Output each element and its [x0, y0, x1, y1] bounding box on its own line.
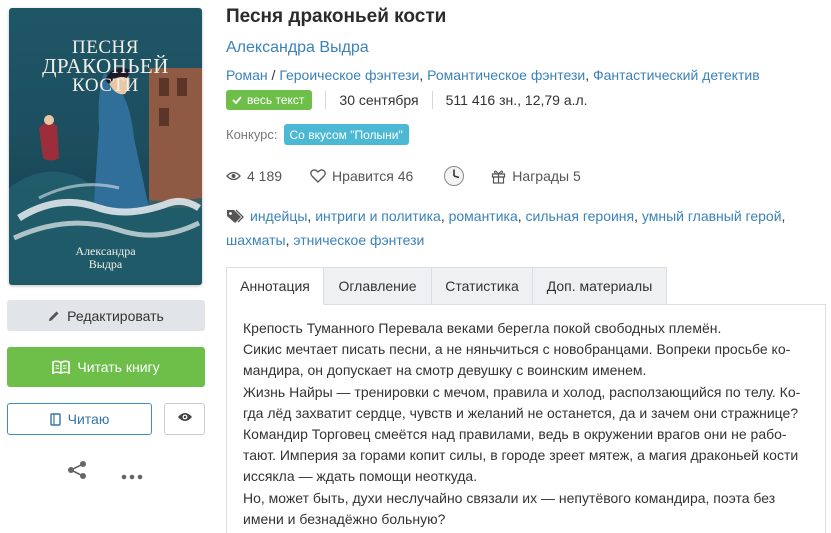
- edit-button-label: Редактировать: [67, 307, 164, 324]
- annotation-line: Командир Торговец смеётся над правилами,…: [243, 426, 787, 443]
- annotation-line: имени и безнадёжно больную?: [243, 510, 446, 527]
- annotation-text: Крепость Туманного Перевала веками берег…: [243, 318, 818, 530]
- cover-author-line: Выдра: [88, 257, 123, 271]
- edit-button[interactable]: Редактировать: [7, 300, 205, 331]
- tag-icon: [226, 207, 244, 229]
- genre-link[interactable]: Героическое фэнтези: [279, 67, 419, 83]
- heart-icon: [310, 169, 326, 183]
- annotation-line: Крепость Туманного Перевала веками берег…: [243, 320, 722, 336]
- pencil-icon: [48, 310, 60, 322]
- tab-statistics[interactable]: Статистика: [432, 267, 533, 305]
- annotation-line: тают. Империя за горами копит силы, в го…: [243, 447, 799, 464]
- divider: [325, 91, 327, 109]
- annotation-line: Сикис мечтает писать песни, а не няньчит…: [243, 341, 791, 358]
- form-link[interactable]: Роман: [226, 67, 268, 83]
- annotation-line: гда лёд захватит сердце, чувств и желани…: [243, 404, 799, 421]
- tag-link[interactable]: сильная героиня: [526, 208, 635, 224]
- gift-icon: [491, 169, 506, 184]
- clock-icon: [443, 165, 465, 187]
- annotation-line: Жизнь Найры — тренировки с мечом, правил…: [243, 383, 801, 400]
- tag-link[interactable]: шахматы: [226, 232, 286, 248]
- tag-link[interactable]: романтика: [449, 208, 518, 224]
- book-title: Песня драконьей кости: [226, 6, 447, 27]
- eye-icon: [177, 410, 193, 428]
- tag-link[interactable]: индейцы: [250, 208, 307, 224]
- update-stat: [443, 165, 471, 187]
- open-book-icon: [52, 360, 71, 374]
- meta-row: весь текст 30 сентября 511 416 зн., 12,7…: [226, 90, 588, 110]
- likes-stat[interactable]: Нравится 46: [310, 168, 413, 184]
- divider: [431, 91, 433, 109]
- cover-title-line: кости: [72, 75, 139, 96]
- annotation-line: Но, может быть, духи неслучайно связали …: [243, 489, 776, 506]
- tags-list: индейцы, интриги и политика, романтика, …: [226, 207, 786, 248]
- genre-link[interactable]: Фантастический детектив: [593, 67, 760, 83]
- contest-row: Конкурс: Со вкусом "Полыни": [226, 124, 409, 145]
- eye-icon: [226, 171, 241, 181]
- views-stat: 4 189: [226, 168, 282, 184]
- reading-status-label: Читаю: [67, 411, 110, 427]
- cover-title-line: драконьей: [42, 54, 169, 78]
- likes-label: Нравится 46: [332, 168, 414, 184]
- views-count: 4 189: [247, 168, 283, 184]
- annotation-line: иссякла — ждать помощи неоткуда.: [243, 468, 478, 485]
- tab-extra-materials[interactable]: Доп. материалы: [533, 267, 667, 305]
- check-icon: [232, 96, 242, 104]
- tab-bar: Аннотация Оглавление Статистика Доп. мат…: [226, 267, 667, 305]
- bookmark-icon: [49, 412, 61, 426]
- contest-tag[interactable]: Со вкусом "Полыни": [283, 124, 409, 145]
- tab-contents[interactable]: Оглавление: [324, 267, 432, 305]
- tag-link[interactable]: умный главный герой: [642, 208, 782, 224]
- more-options-icon[interactable]: [121, 467, 143, 485]
- awards-label: Награды 5: [512, 168, 581, 184]
- stats-row: 4 189 Нравится 46 Награды 5: [226, 165, 581, 187]
- contest-label: Конкурс:: [226, 127, 278, 142]
- genre-link[interactable]: Романтическое фэнтези: [427, 67, 585, 83]
- tag-link[interactable]: интриги и политика: [315, 208, 441, 224]
- book-cover[interactable]: Песня драконьей кости Александра Выдра: [9, 8, 202, 285]
- read-book-label: Читать книгу: [77, 359, 160, 375]
- read-book-button[interactable]: Читать книгу: [7, 347, 205, 387]
- tab-annotation[interactable]: Аннотация: [226, 267, 324, 305]
- visibility-button[interactable]: [164, 403, 205, 435]
- awards-stat[interactable]: Награды 5: [491, 168, 581, 184]
- share-icon[interactable]: [66, 460, 88, 485]
- cover-title: Песня драконьей кости: [9, 38, 202, 95]
- genre-line: Роман / Героическое фэнтези, Романтическ…: [226, 67, 760, 83]
- reading-status-button[interactable]: Читаю: [7, 403, 152, 435]
- cover-author: Александра Выдра: [9, 245, 202, 271]
- book-size: 511 416 зн., 12,79 а.л.: [445, 92, 588, 108]
- status-badge-label: весь текст: [247, 93, 305, 107]
- tag-link[interactable]: этническое фэнтези: [293, 232, 424, 248]
- publish-date: 30 сентября: [339, 92, 419, 108]
- author-link[interactable]: Александра Выдра: [226, 39, 369, 57]
- annotation-line: мандира, он допускает на смотр девушку с…: [243, 362, 647, 379]
- status-badge: весь текст: [226, 90, 313, 110]
